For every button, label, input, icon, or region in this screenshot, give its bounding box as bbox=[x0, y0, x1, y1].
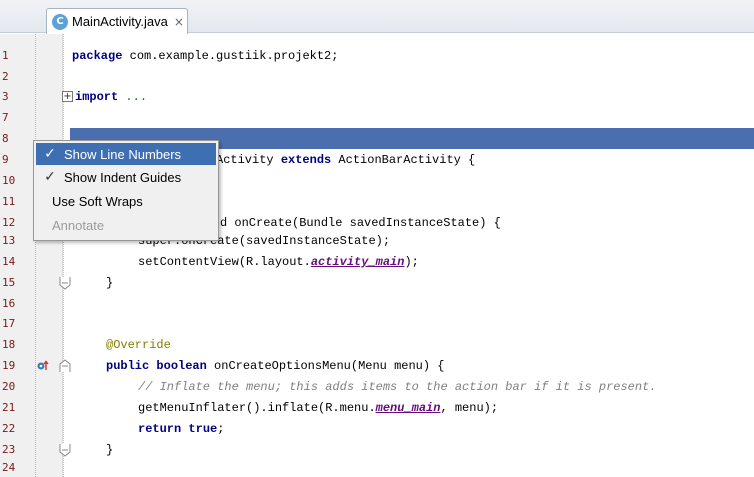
override-method-icon[interactable] bbox=[37, 360, 49, 372]
code-line: 20 // Inflate the menu; this adds items … bbox=[0, 379, 754, 396]
code-line: 18 @Override bbox=[0, 337, 754, 354]
code-line: 23 } bbox=[0, 442, 754, 459]
line-number: 3 bbox=[2, 90, 9, 103]
code-text: } bbox=[106, 276, 114, 290]
line-number: 14 bbox=[2, 255, 16, 268]
code-line: 21 getMenuInflater().inflate(R.menu.menu… bbox=[0, 400, 754, 417]
class-c-icon: C bbox=[52, 13, 68, 30]
code-text: d onCreate(Bundle savedInstanceState) { bbox=[220, 216, 501, 230]
code-text: @Override bbox=[106, 338, 171, 352]
code-text: package com.example.gustiik.projekt2; bbox=[72, 49, 339, 63]
check-icon: ✓ bbox=[44, 169, 56, 185]
menu-item-show-line-numbers[interactable]: ✓ Show Line Numbers bbox=[36, 143, 216, 165]
gutter-context-menu: ✓ Show Line Numbers ✓ Show Indent Guides… bbox=[33, 140, 219, 241]
menu-item-label: Annotate bbox=[52, 217, 105, 233]
code-line: 17 bbox=[0, 316, 754, 333]
fold-start-icon[interactable] bbox=[59, 359, 71, 373]
line-number: 13 bbox=[2, 234, 16, 247]
code-text: public boolean onCreateOptionsMenu(Menu … bbox=[106, 359, 445, 373]
editor-tab-bar: C MainActivity.java × bbox=[0, 0, 754, 34]
line-number: 1 bbox=[2, 49, 9, 62]
code-editor[interactable]: 1 package com.example.gustiik.projekt2; … bbox=[0, 34, 754, 477]
code-line: 24 bbox=[0, 460, 754, 477]
menu-item-label: Show Indent Guides bbox=[64, 169, 182, 185]
code-line: 7 bbox=[0, 110, 754, 127]
line-number: 10 bbox=[2, 174, 16, 187]
code-line: 3 + import ... bbox=[0, 89, 754, 106]
line-number: 7 bbox=[2, 111, 9, 124]
code-line: 14 setContentView(R.layout.activity_main… bbox=[0, 254, 754, 271]
code-text: getMenuInflater().inflate(R.menu.menu_ma… bbox=[138, 401, 499, 415]
line-number: 20 bbox=[2, 380, 16, 393]
code-line: 16 bbox=[0, 296, 754, 313]
line-number: 11 bbox=[2, 195, 16, 208]
code-line: 1 package com.example.gustiik.projekt2; bbox=[0, 48, 754, 65]
code-text: import ... bbox=[75, 90, 148, 104]
code-text: Activity extends ActionBarActivity { bbox=[216, 153, 476, 167]
code-line: 2 bbox=[0, 69, 754, 86]
menu-item-annotate: Annotate bbox=[36, 214, 216, 236]
line-number: 16 bbox=[2, 297, 16, 310]
line-number: 18 bbox=[2, 338, 16, 351]
menu-item-label: Show Line Numbers bbox=[64, 146, 182, 162]
tab-main-activity[interactable]: C MainActivity.java × bbox=[46, 8, 188, 34]
tab-label: MainActivity.java bbox=[72, 14, 168, 29]
fold-end-icon[interactable] bbox=[59, 443, 71, 457]
code-text: // Inflate the menu; this adds items to … bbox=[138, 380, 657, 394]
line-number: 17 bbox=[2, 317, 16, 330]
code-line: 19 public boolean onCreateOptionsMenu(Me… bbox=[0, 358, 754, 375]
check-icon: ✓ bbox=[44, 146, 56, 162]
line-number: 21 bbox=[2, 401, 16, 414]
menu-item-use-soft-wraps[interactable]: Use Soft Wraps bbox=[36, 190, 216, 212]
plus-fold-icon[interactable]: + bbox=[62, 91, 73, 102]
line-number: 2 bbox=[2, 70, 9, 83]
code-text: setContentView(R.layout.activity_main); bbox=[138, 255, 419, 269]
menu-item-label: Use Soft Wraps bbox=[52, 193, 143, 209]
line-number: 24 bbox=[2, 461, 16, 474]
line-number: 12 bbox=[2, 216, 16, 229]
line-number: 9 bbox=[2, 153, 9, 166]
line-number: 19 bbox=[2, 359, 16, 372]
line-number: 22 bbox=[2, 422, 16, 435]
line-number: 15 bbox=[2, 276, 16, 289]
line-number: 8 bbox=[2, 132, 9, 145]
close-icon[interactable]: × bbox=[174, 15, 184, 29]
menu-item-show-indent-guides[interactable]: ✓ Show Indent Guides bbox=[36, 166, 216, 188]
fold-end-icon[interactable] bbox=[59, 276, 71, 290]
code-line: 15 } bbox=[0, 275, 754, 292]
line-number: 23 bbox=[2, 443, 16, 456]
code-line: 22 return true; bbox=[0, 421, 754, 438]
code-text: } bbox=[106, 443, 114, 457]
code-text: return true; bbox=[138, 422, 225, 436]
